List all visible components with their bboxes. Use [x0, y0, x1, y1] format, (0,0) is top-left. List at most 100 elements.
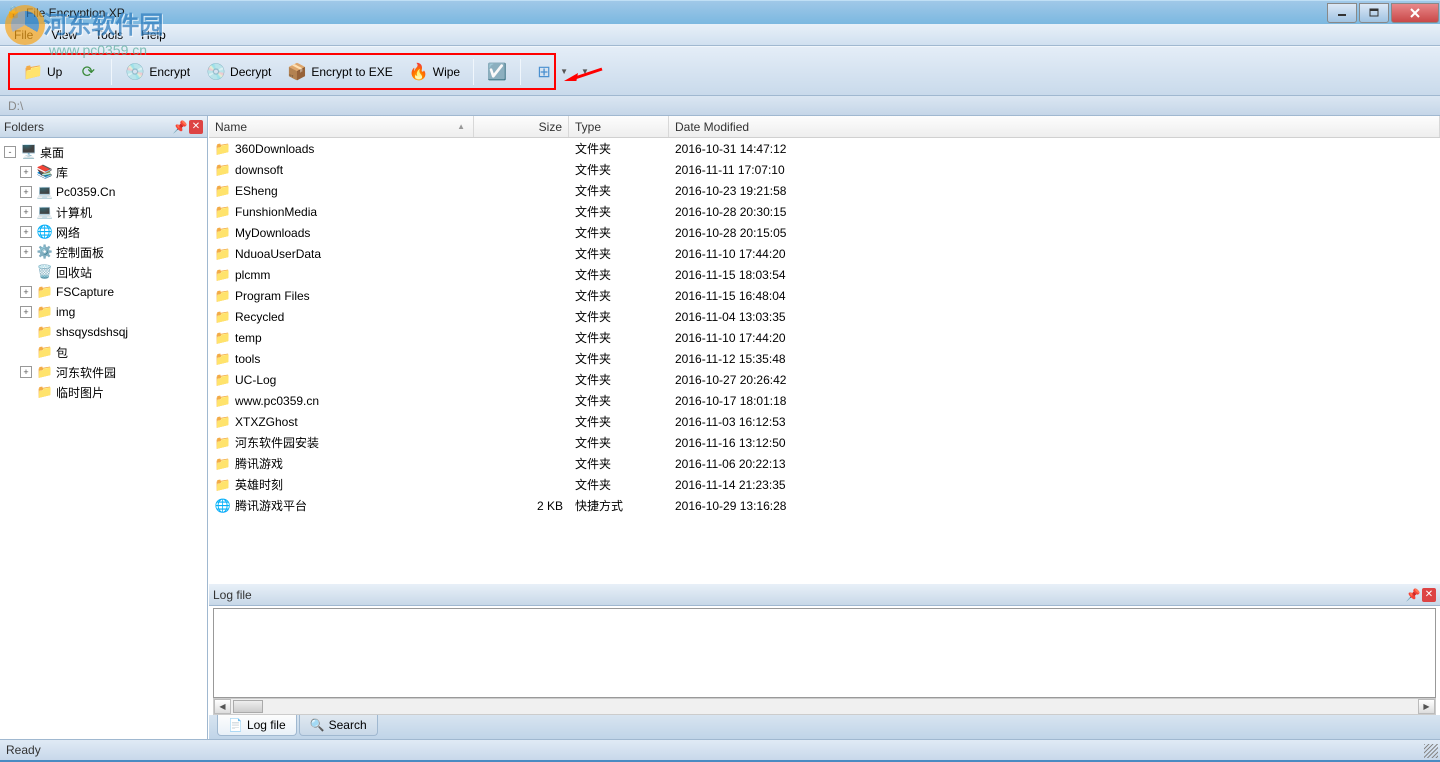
encrypt-button[interactable]: 💿 Encrypt	[118, 58, 197, 86]
log-scrollbar[interactable]: ◀ ▶	[213, 698, 1436, 715]
tree-node[interactable]: +💻计算机	[20, 202, 203, 222]
file-row[interactable]: 📁腾讯游戏文件夹2016-11-06 20:22:13	[209, 453, 1440, 474]
chevron-down-icon[interactable]: ▼	[581, 67, 589, 76]
menu-file[interactable]: File	[6, 26, 41, 44]
tree-node[interactable]: 🗑️回收站	[20, 262, 203, 282]
tab-search[interactable]: 🔍 Search	[299, 715, 378, 736]
minimize-button[interactable]	[1327, 3, 1357, 23]
tree-node[interactable]: +📚库	[20, 162, 203, 182]
file-row[interactable]: 📁plcmm文件夹2016-11-15 18:03:54	[209, 264, 1440, 285]
file-row[interactable]: 📁temp文件夹2016-11-10 17:44:20	[209, 327, 1440, 348]
close-panel-icon[interactable]: ✕	[189, 120, 203, 134]
decrypt-button[interactable]: 💿 Decrypt	[199, 58, 278, 86]
refresh-button[interactable]: ⟳	[71, 58, 105, 86]
window-title: File Encryption XP	[26, 6, 1326, 20]
pin-icon[interactable]: 📌	[1406, 588, 1420, 602]
file-row[interactable]: 📁FunshionMedia文件夹2016-10-28 20:30:15	[209, 201, 1440, 222]
tree-node[interactable]: +📁河东软件园	[20, 362, 203, 382]
tree-node[interactable]: 📁包	[20, 342, 203, 362]
bottom-tabs: 📄 Log file 🔍 Search	[209, 715, 1440, 739]
file-row[interactable]: 📁360Downloads文件夹2016-10-31 14:47:12	[209, 138, 1440, 159]
file-row[interactable]: 📁XTXZGhost文件夹2016-11-03 16:12:53	[209, 411, 1440, 432]
col-size[interactable]: Size	[474, 116, 569, 137]
tree-toggle-icon[interactable]: +	[20, 206, 32, 218]
file-row[interactable]: 📁www.pc0359.cn文件夹2016-10-17 18:01:18	[209, 390, 1440, 411]
file-row[interactable]: 📁ESheng文件夹2016-10-23 19:21:58	[209, 180, 1440, 201]
col-name[interactable]: Name	[209, 116, 474, 137]
grid-icon: ⊞	[534, 62, 554, 82]
close-panel-icon[interactable]: ✕	[1422, 588, 1436, 602]
file-row[interactable]: 📁英雄时刻文件夹2016-11-14 21:23:35	[209, 474, 1440, 495]
maximize-button[interactable]	[1359, 3, 1389, 23]
tree-toggle-icon[interactable]: +	[20, 286, 32, 298]
tab-log-file[interactable]: 📄 Log file	[217, 715, 297, 736]
tree-toggle-icon[interactable]: -	[4, 146, 16, 158]
separator	[473, 59, 474, 85]
file-name: temp	[235, 331, 262, 345]
tree-toggle-icon[interactable]: +	[20, 186, 32, 198]
file-row[interactable]: 📁河东软件园安装文件夹2016-11-16 13:12:50	[209, 432, 1440, 453]
file-row[interactable]: 📁MyDownloads文件夹2016-10-28 20:15:05	[209, 222, 1440, 243]
tree-toggle-icon[interactable]: +	[20, 226, 32, 238]
menu-tools[interactable]: Tools	[87, 26, 131, 44]
tree-icon: 📚	[37, 164, 53, 180]
file-icon: 📁	[215, 288, 231, 304]
tree-node[interactable]: +⚙️控制面板	[20, 242, 203, 262]
file-row[interactable]: 📁NduoaUserData文件夹2016-11-10 17:44:20	[209, 243, 1440, 264]
resize-grip[interactable]	[1424, 744, 1438, 758]
file-date: 2016-11-10 17:44:20	[669, 247, 1440, 261]
file-date: 2016-11-11 17:07:10	[669, 163, 1440, 177]
menu-view[interactable]: View	[43, 26, 85, 44]
up-button[interactable]: 📁 Up	[16, 58, 69, 86]
scroll-right-icon[interactable]: ▶	[1418, 699, 1435, 714]
toolbar: 📁 Up ⟳ 💿 Encrypt 💿 Decrypt 📦 Encrypt to …	[0, 46, 1440, 96]
file-name: 360Downloads	[235, 142, 314, 156]
file-row[interactable]: 📁tools文件夹2016-11-12 15:35:48	[209, 348, 1440, 369]
file-icon: 📁	[215, 246, 231, 262]
file-row[interactable]: 🌐腾讯游戏平台2 KB快捷方式2016-10-29 13:16:28	[209, 495, 1440, 516]
file-date: 2016-11-16 13:12:50	[669, 436, 1440, 450]
tree-toggle-icon[interactable]: +	[20, 246, 32, 258]
pin-icon[interactable]: 📌	[173, 120, 187, 134]
col-date[interactable]: Date Modified	[669, 116, 1440, 137]
file-date: 2016-11-10 17:44:20	[669, 331, 1440, 345]
tree-label: 桌面	[40, 144, 64, 161]
file-icon: 📁	[215, 162, 231, 178]
tree-node[interactable]: +🌐网络	[20, 222, 203, 242]
file-date: 2016-10-31 14:47:12	[669, 142, 1440, 156]
file-row[interactable]: 📁Recycled文件夹2016-11-04 13:03:35	[209, 306, 1440, 327]
menu-help[interactable]: Help	[133, 26, 174, 44]
titlebar[interactable]: 🔒 File Encryption XP	[0, 0, 1440, 24]
tree-node[interactable]: +📁img	[20, 302, 203, 322]
refresh-icon: ⟳	[78, 62, 98, 82]
file-row[interactable]: 📁Program Files文件夹2016-11-15 16:48:04	[209, 285, 1440, 306]
file-row[interactable]: 📁downsoft文件夹2016-11-11 17:07:10	[209, 159, 1440, 180]
tree-node[interactable]: 📁临时图片	[20, 382, 203, 402]
scroll-thumb[interactable]	[233, 700, 263, 713]
close-button[interactable]	[1391, 3, 1439, 23]
tree-node[interactable]: +📁FSCapture	[20, 282, 203, 302]
file-date: 2016-10-17 18:01:18	[669, 394, 1440, 408]
tree-toggle-icon[interactable]: +	[20, 166, 32, 178]
tree-node[interactable]: -🖥️桌面	[4, 142, 203, 162]
log-content[interactable]	[213, 608, 1436, 698]
tree-node[interactable]: 📁shsqysdshsqj	[20, 322, 203, 342]
chevron-down-icon: ▼	[560, 67, 568, 76]
file-type: 文件夹	[569, 203, 669, 220]
scroll-left-icon[interactable]: ◀	[214, 699, 231, 714]
options-button[interactable]: ☑️	[480, 58, 514, 86]
tree-node[interactable]: +💻Pc0359.Cn	[20, 182, 203, 202]
view-mode-button[interactable]: ⊞ ▼	[527, 58, 575, 86]
tree-toggle-icon[interactable]: +	[20, 306, 32, 318]
file-type: 文件夹	[569, 182, 669, 199]
col-type[interactable]: Type	[569, 116, 669, 137]
file-name: 河东软件园安装	[235, 434, 319, 451]
wipe-button[interactable]: 🔥 Wipe	[402, 58, 467, 86]
tree-icon: 💻	[37, 184, 53, 200]
folder-tree[interactable]: -🖥️桌面+📚库+💻Pc0359.Cn+💻计算机+🌐网络+⚙️控制面板🗑️回收站…	[0, 138, 207, 739]
menubar: File View Tools Help	[0, 24, 1440, 46]
tree-toggle-icon[interactable]: +	[20, 366, 32, 378]
encrypt-to-exe-button[interactable]: 📦 Encrypt to EXE	[280, 58, 399, 86]
file-icon: 📁	[215, 141, 231, 157]
file-row[interactable]: 📁UC-Log文件夹2016-10-27 20:26:42	[209, 369, 1440, 390]
